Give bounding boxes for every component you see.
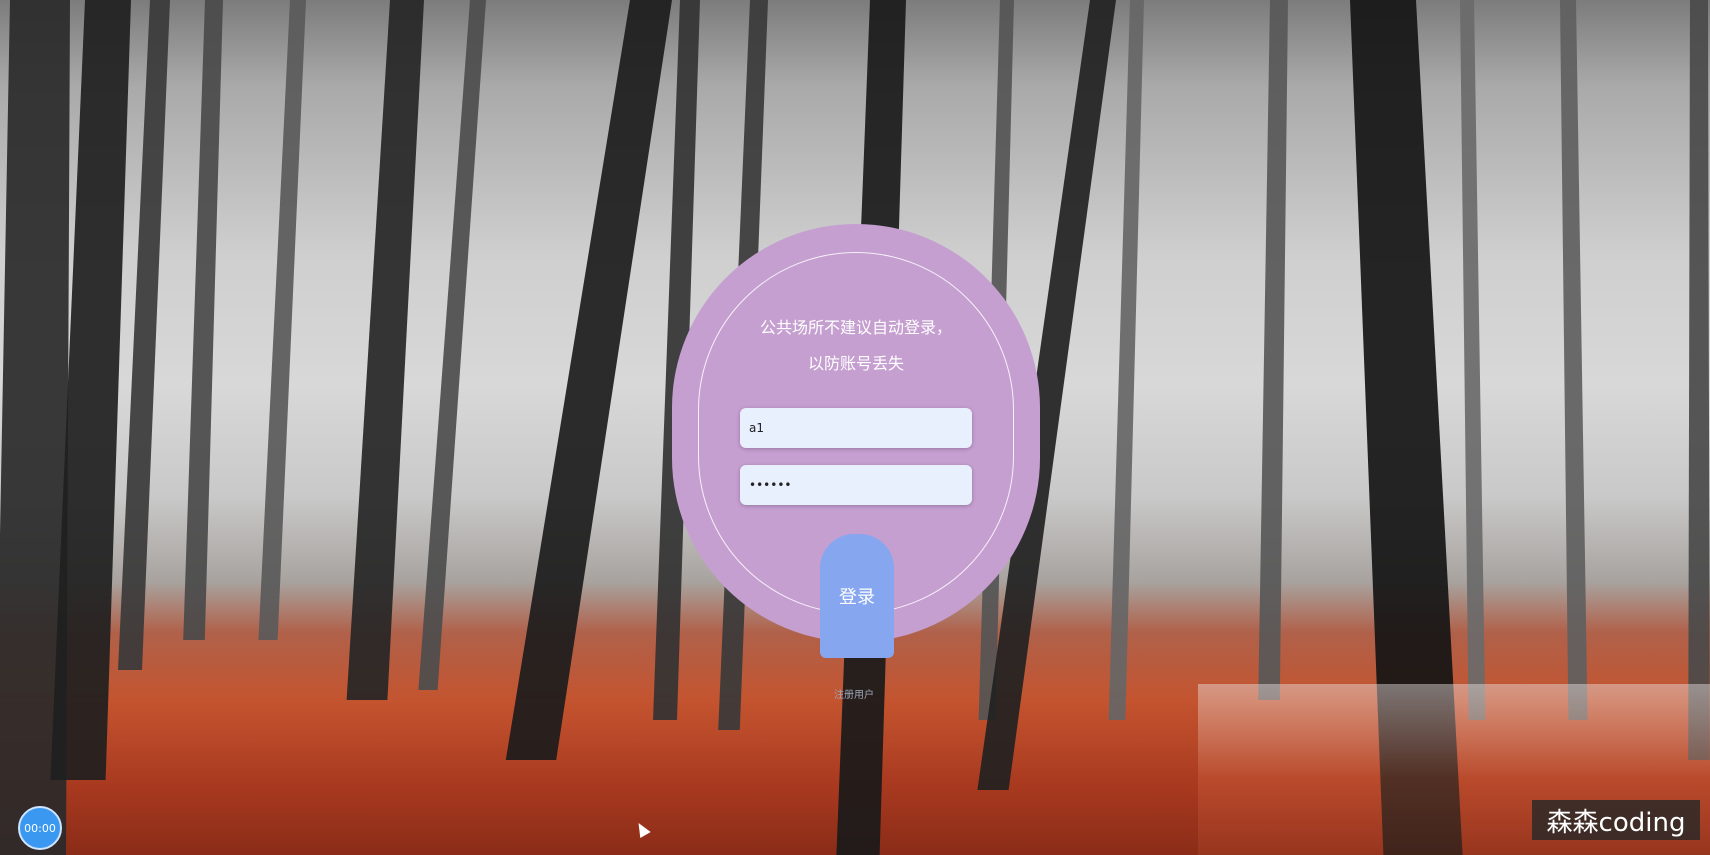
timer-badge[interactable]: 00:00 — [18, 806, 62, 850]
tree-trunk — [1258, 0, 1288, 700]
tree-trunk — [418, 0, 486, 690]
login-button[interactable]: 登录 — [820, 534, 894, 658]
tree-trunk — [183, 0, 223, 640]
tree-trunk — [258, 0, 306, 640]
login-tip: 公共场所不建议自动登录，以防账号丢失 — [760, 318, 953, 373]
watermark: 森森coding — [1532, 800, 1700, 840]
username-input[interactable] — [740, 408, 972, 448]
tree-trunk — [346, 0, 424, 700]
tree-trunk — [1108, 0, 1144, 720]
register-link[interactable]: 注册用户 — [834, 686, 874, 701]
tree-trunk — [1688, 0, 1710, 760]
password-input[interactable] — [740, 465, 972, 505]
tree-trunk — [505, 0, 672, 760]
tree-trunk — [1460, 0, 1486, 720]
tree-trunk — [1560, 0, 1588, 720]
